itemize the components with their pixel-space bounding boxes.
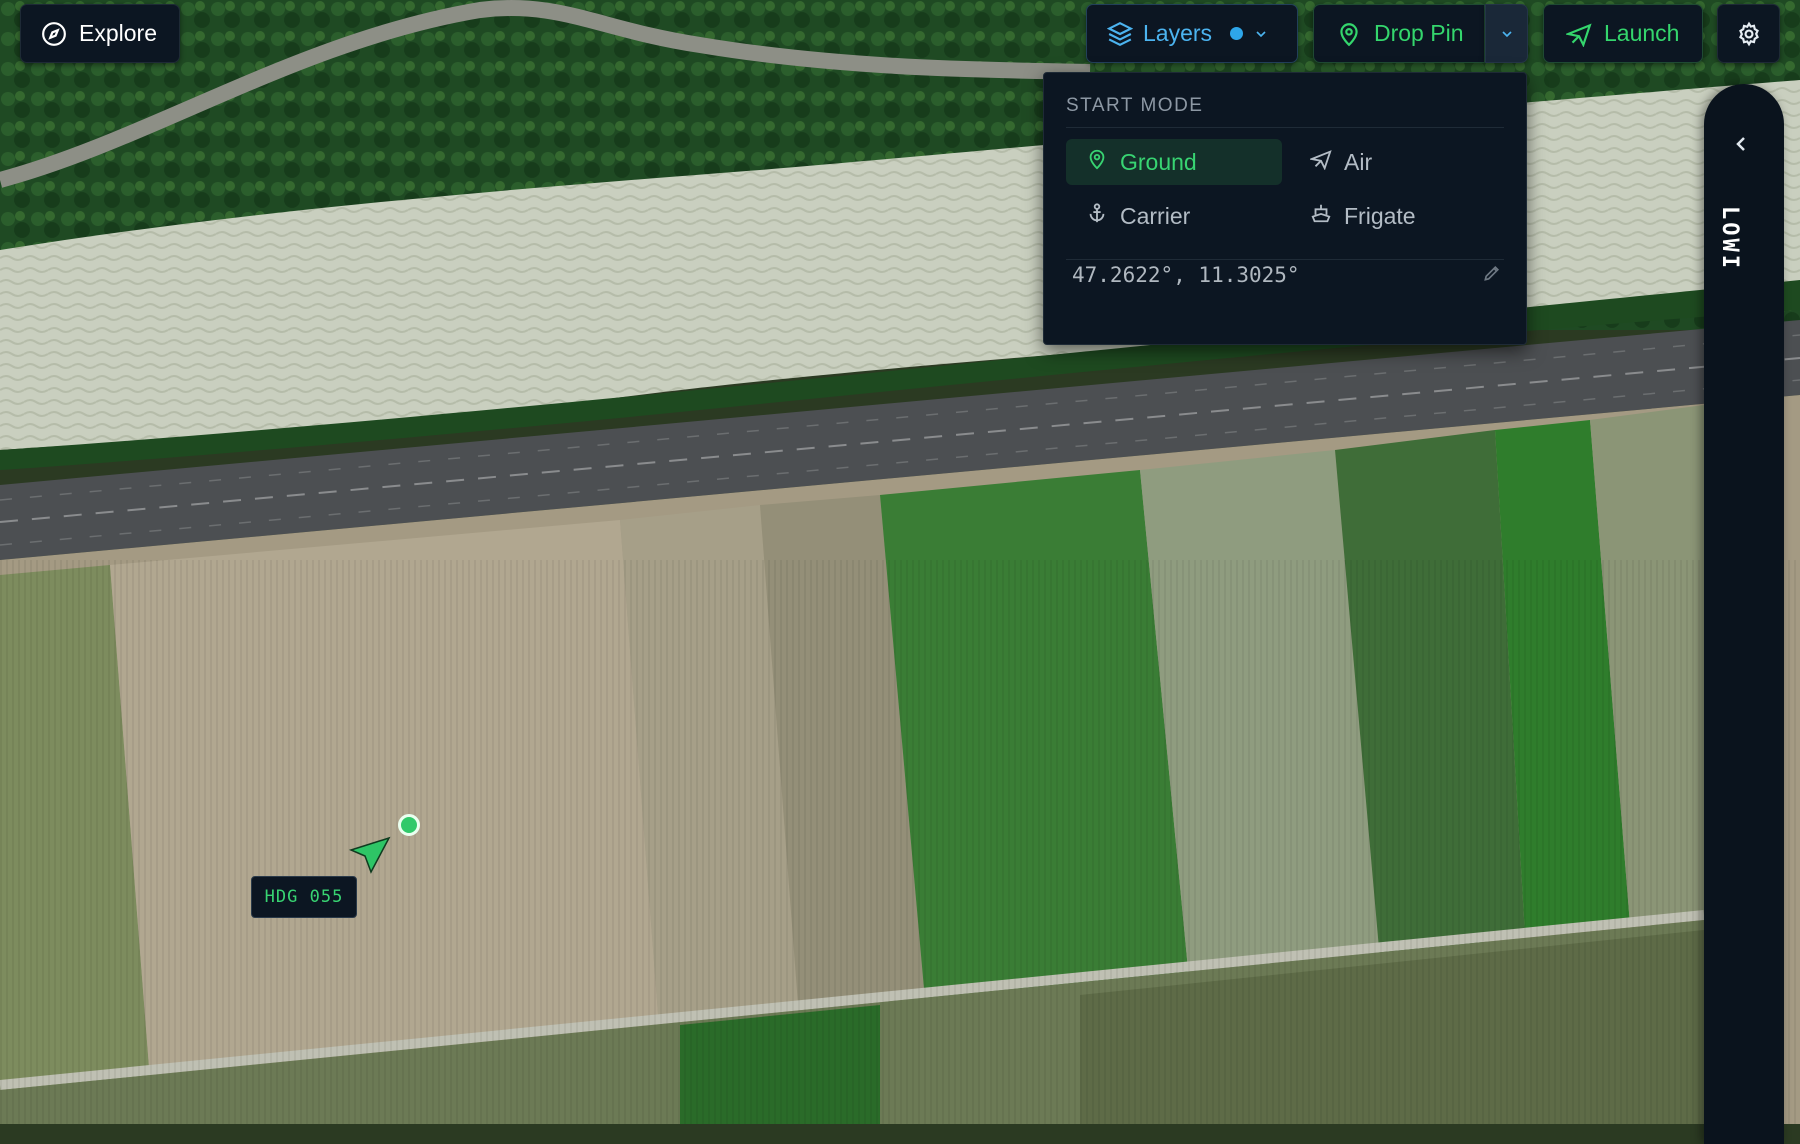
mode-option-air[interactable]: Air — [1290, 139, 1506, 185]
layers-status-dot — [1230, 27, 1244, 40]
mode-option-ground[interactable]: Ground — [1066, 139, 1282, 185]
gear-icon — [1736, 21, 1762, 47]
drop-pin-button[interactable]: Drop Pin — [1313, 4, 1485, 63]
chevron-down-icon — [1499, 26, 1515, 42]
drop-pin-dropdown-button[interactable] — [1485, 4, 1528, 63]
drop-pin-label: Drop Pin — [1374, 20, 1464, 46]
settings-button[interactable] — [1717, 4, 1780, 63]
layers-label: Layers — [1143, 20, 1213, 46]
mode-option-frigate[interactable]: Frigate — [1290, 193, 1506, 239]
anchor-icon — [1086, 202, 1108, 230]
map-pin-icon — [1086, 148, 1108, 176]
satellite-map[interactable] — [0, 0, 1800, 1124]
compass-icon — [41, 21, 67, 47]
mode-option-label: Air — [1344, 148, 1373, 175]
layers-icon — [1107, 21, 1133, 47]
chevron-down-icon — [1253, 26, 1269, 42]
divider — [1066, 127, 1504, 128]
explore-button[interactable]: Explore — [20, 4, 180, 63]
pencil-icon[interactable] — [1482, 263, 1502, 288]
aircraft-heading-icon[interactable] — [347, 836, 391, 876]
start-mode-panel: START MODE Ground Air Carrier Frigate 47… — [1043, 72, 1527, 345]
start-mode-title: START MODE — [1066, 95, 1204, 116]
mode-option-label: Frigate — [1344, 202, 1416, 229]
coordinates-text: 47.2622°, 11.3025° — [1072, 263, 1300, 287]
heading-label: HDG 055 — [251, 876, 357, 918]
side-panel[interactable]: LOWI — [1704, 84, 1784, 1144]
explore-label: Explore — [79, 20, 157, 46]
map-pin-icon — [1336, 21, 1362, 47]
layers-button[interactable]: Layers — [1086, 4, 1298, 63]
launch-label: Launch — [1604, 20, 1680, 46]
waypoint-marker[interactable] — [398, 814, 420, 836]
launch-button[interactable]: Launch — [1543, 4, 1703, 63]
chevron-left-icon[interactable] — [1729, 132, 1753, 161]
mode-option-label: Ground — [1120, 148, 1197, 175]
plane-icon — [1308, 148, 1332, 176]
ship-icon — [1310, 202, 1332, 230]
airport-code-label: LOWI — [1717, 206, 1742, 271]
plane-icon — [1566, 21, 1592, 47]
mode-option-label: Carrier — [1120, 202, 1191, 229]
mode-option-carrier[interactable]: Carrier — [1066, 193, 1282, 239]
coordinate-row: 47.2622°, 11.3025° — [1072, 249, 1502, 301]
